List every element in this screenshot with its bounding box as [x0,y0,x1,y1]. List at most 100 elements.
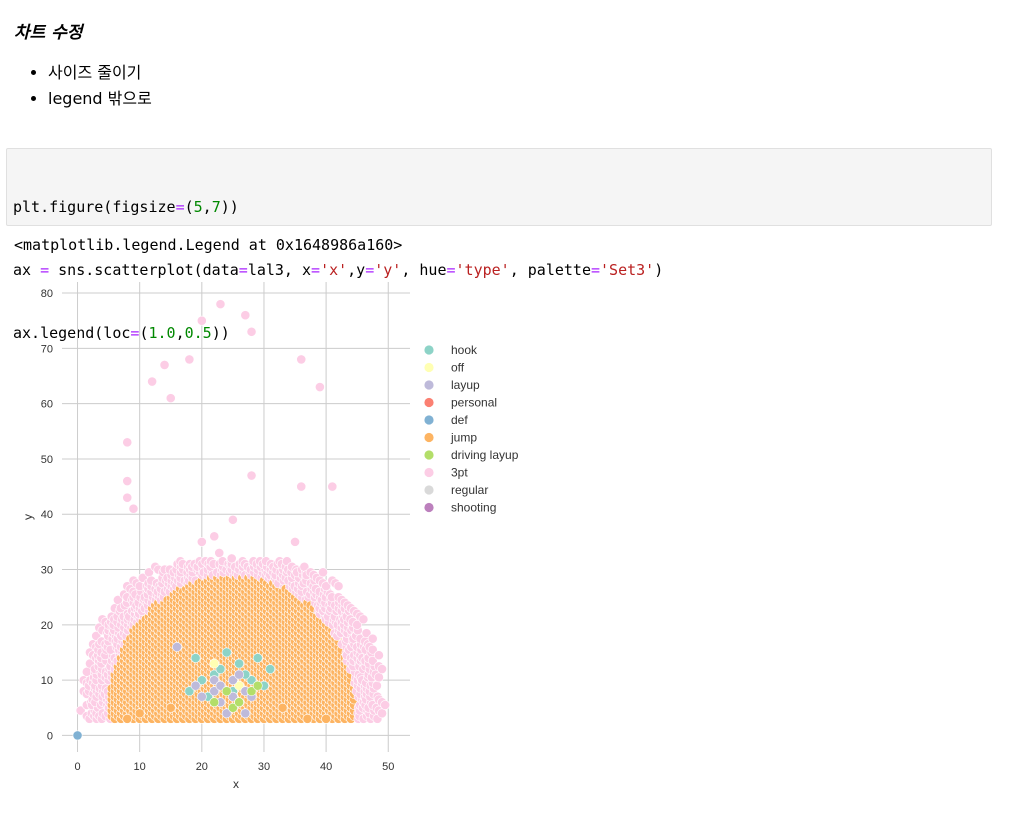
x-tick-label: 0 [74,761,80,773]
legend-marker [424,502,434,513]
data-point-3pt [372,680,382,691]
data-point-3pt [296,354,307,365]
data-point-3pt [184,354,195,365]
data-point-3pt [290,536,300,547]
code-cell[interactable]: plt.figure(figsize=(5,7)) ax = sns.scatt… [6,148,992,342]
y-tick-label: 50 [41,454,53,466]
data-point-3pt [214,548,225,558]
data-point-jump [302,713,313,724]
x-tick-label: 50 [382,761,394,773]
legend-label: personal [451,396,497,410]
code-token: 'Set3' [600,261,655,279]
legend-label: hook [451,343,478,357]
y-tick-label: 30 [41,565,53,577]
data-point-jump [321,713,332,724]
y-tick-label: 70 [41,343,53,355]
data-point-3pt [147,376,158,387]
legend-label: shooting [451,501,496,515]
legend-marker [424,397,434,408]
data-point-jump [134,708,145,719]
points [72,299,391,741]
data-point-driving-layup [234,697,245,708]
legend-marker [424,467,434,478]
x-tick-label: 40 [320,761,332,773]
data-point-3pt [215,299,226,310]
data-point-3pt [246,326,257,337]
data-point-3pt [296,481,307,492]
data-point-3pt [374,650,384,661]
data-point-3pt [159,360,170,370]
data-point-jump [165,702,176,713]
legend-marker [424,415,434,425]
data-point-layup [190,680,201,691]
data-point-3pt [209,531,220,542]
x-axis-label: x [233,777,239,791]
legend-marker [424,380,434,390]
code-token: ) [654,261,664,279]
code-token: ( [184,198,194,216]
data-point-hook [234,658,245,669]
bullet-list: 사이즈 줄이기 legend 밖으로 [28,60,152,112]
data-point-3pt [122,437,133,448]
legend-label: driving layup [451,448,519,462]
data-point-def [72,730,83,741]
section-heading: 차트 수정 [14,23,83,43]
legend-label: off [451,361,465,375]
data-point-3pt [333,581,344,592]
y-tick-label: 20 [41,620,53,632]
data-point-3pt [377,664,387,674]
legend-marker [424,450,434,460]
data-point-3pt [374,672,384,683]
data-point-driving-layup [221,686,232,697]
legend-label: 3pt [451,466,468,480]
data-point-layup [172,642,182,652]
x-tick-label: 20 [196,761,208,773]
code-token: 5 [193,198,203,216]
data-point-3pt [380,700,391,710]
data-point-layup [234,669,245,680]
data-point-3pt [358,614,369,625]
scatter-chart: 0 10 20 30 40 50 0 10 20 30 40 50 60 70 80 x y hook off… [21,282,519,791]
data-point-jump [122,713,133,724]
code-line: plt.figure(figsize=(5,7)) [13,197,985,218]
bullet-item: legend 밖으로 [48,86,152,112]
data-point-jump [277,702,288,713]
data-point-hook [265,664,276,674]
data-point-3pt [196,536,207,547]
legend: hook off layup personal def jump driving layup… [424,343,519,515]
data-point-driving-layup [209,697,220,708]
data-point-hook [190,653,201,663]
y-tick-label: 40 [41,509,53,521]
data-point-3pt [240,310,251,321]
data-point-3pt [367,633,378,644]
x-tick-label: 30 [258,761,270,773]
y-tick-label: 0 [47,730,53,742]
data-point-3pt [122,492,133,503]
data-point-hook [252,653,263,663]
legend-marker [424,432,434,443]
legend-marker [424,345,434,355]
legend-label: jump [450,431,477,445]
y-axis-label: y [21,514,35,520]
code-token: 7 [211,198,221,216]
data-point-3pt [327,481,338,492]
legend-marker [424,362,434,373]
data-point-layup [240,708,251,719]
data-point-3pt [196,315,207,326]
code-token: , [202,198,212,216]
legend-label: regular [451,483,488,497]
y-tick-label: 80 [41,288,53,300]
data-point-3pt [122,476,133,486]
cell-output: <matplotlib.legend.Legend at 0x1648986a1… [14,236,403,254]
data-point-off [209,658,220,669]
code-token: )) [220,198,239,216]
data-point-3pt [165,393,176,404]
legend-label: def [451,413,468,427]
x-tick-label: 10 [134,761,146,773]
data-point-driving-layup [252,680,263,691]
data-point-layup [196,691,207,702]
bullet-item: 사이즈 줄이기 [48,60,152,86]
data-point-3pt [226,553,237,564]
code-token: = [591,261,601,279]
data-point-hook [221,647,232,658]
